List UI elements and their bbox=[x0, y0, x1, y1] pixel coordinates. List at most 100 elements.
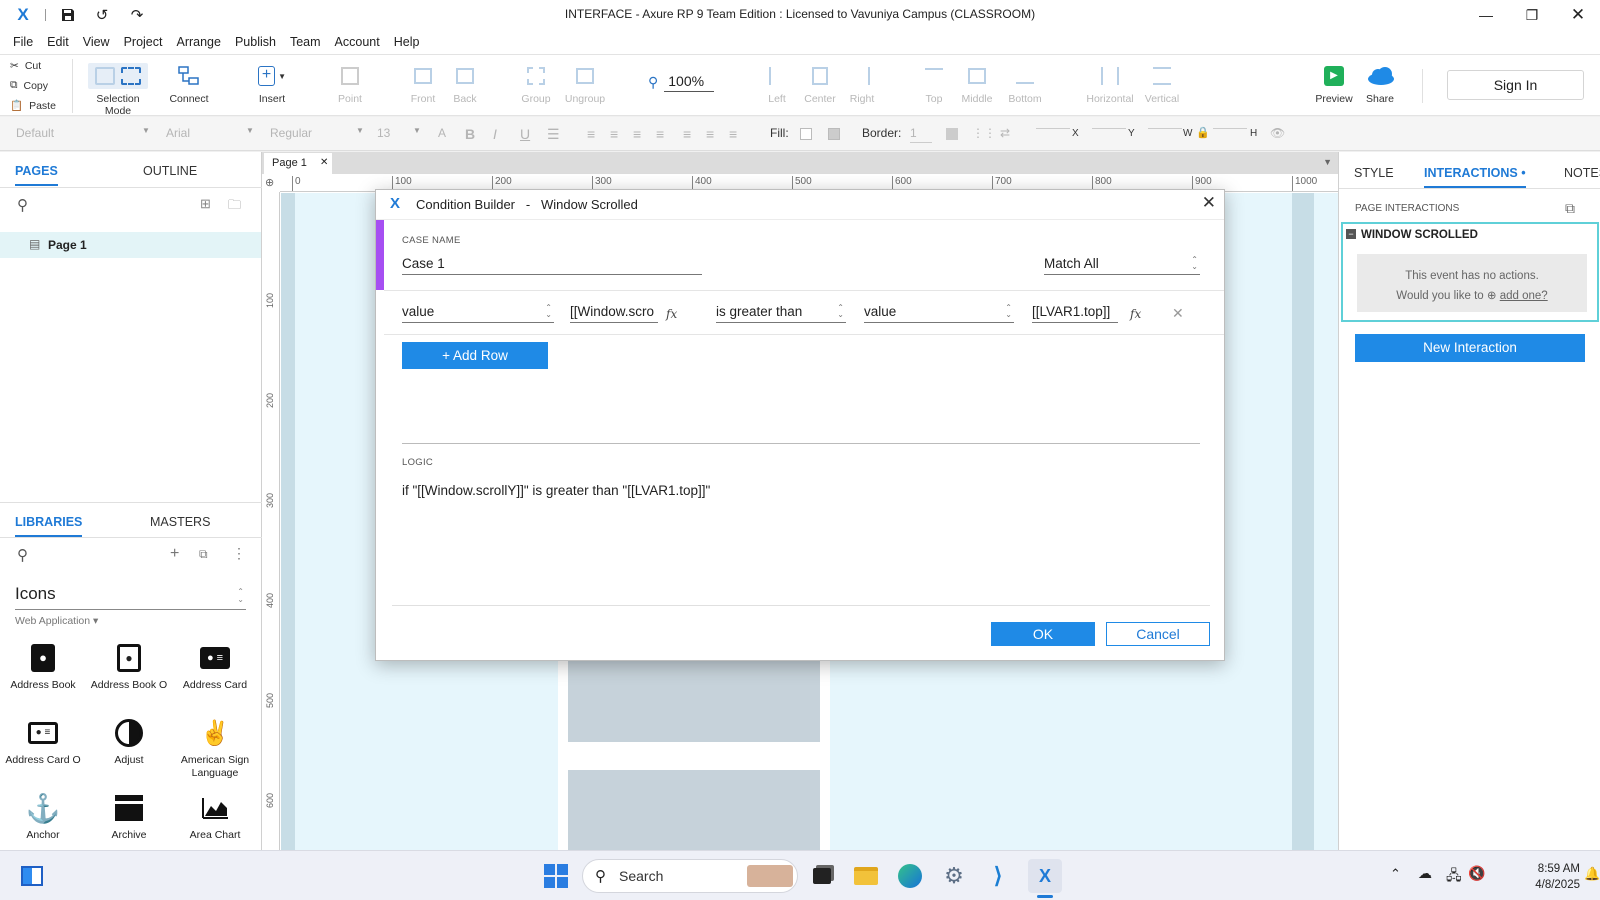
align-left-button[interactable]: Left bbox=[761, 63, 793, 105]
library-item-address-book-o[interactable]: ● Address Book O bbox=[86, 643, 172, 692]
restore-button[interactable]: ❐ bbox=[1509, 0, 1555, 30]
align-center-button[interactable]: Center bbox=[802, 63, 838, 105]
new-interaction-button[interactable]: New Interaction bbox=[1355, 334, 1585, 362]
lock-icon[interactable]: 🔒 bbox=[1196, 126, 1210, 139]
library-dropdown[interactable]: Icons ⌃ ⌄ bbox=[15, 584, 246, 610]
network-icon[interactable]: 🖧 bbox=[1446, 865, 1462, 889]
font-dropdown[interactable]: Arial ▼ bbox=[166, 126, 254, 140]
menu-view[interactable]: View bbox=[76, 35, 117, 49]
event-window-scrolled[interactable]: − WINDOW SCROLLED This event has no acti… bbox=[1341, 222, 1599, 322]
style-dropdown[interactable]: Default ▼ bbox=[16, 126, 150, 140]
distribute-vertical-button[interactable]: Vertical bbox=[1138, 63, 1186, 105]
cut-button[interactable]: ✂ Cut bbox=[10, 60, 41, 72]
right-value-input[interactable]: [[LVAR1.top]] bbox=[1032, 304, 1118, 323]
function-icon[interactable]: fx bbox=[1130, 307, 1141, 321]
preview-button[interactable]: ▶ Preview bbox=[1313, 63, 1355, 105]
start-icon[interactable] bbox=[542, 862, 570, 890]
copy-button[interactable]: ⧉ Copy bbox=[10, 79, 48, 92]
align-bottom-button[interactable]: Bottom bbox=[1005, 63, 1045, 105]
height-input[interactable] bbox=[1213, 126, 1247, 129]
front-button[interactable]: Front bbox=[405, 63, 441, 105]
border-width-input[interactable]: 1 bbox=[910, 126, 932, 143]
minimize-button[interactable]: — bbox=[1463, 0, 1509, 30]
widgets-icon[interactable] bbox=[18, 862, 46, 890]
vscode-icon[interactable]: ⟩ bbox=[984, 862, 1012, 890]
valign-top-icon[interactable]: ≡ bbox=[683, 126, 691, 142]
connect-button[interactable]: Connect bbox=[164, 63, 214, 105]
paste-button[interactable]: 📋 Paste bbox=[10, 99, 56, 113]
y-input[interactable] bbox=[1092, 126, 1126, 129]
point-button[interactable]: Point bbox=[332, 63, 368, 105]
search-icon[interactable]: ⚲ bbox=[17, 196, 28, 214]
system-clock[interactable]: 8:59 AM 4/8/2025 bbox=[1520, 861, 1580, 893]
operator-dropdown[interactable]: is greater than ⌃ ⌄ bbox=[716, 304, 846, 323]
add-page-icon[interactable]: ⊞ bbox=[200, 196, 211, 212]
cloud-off-icon[interactable]: ☁ bbox=[1418, 865, 1432, 882]
menu-file[interactable]: File bbox=[6, 35, 40, 49]
width-input[interactable] bbox=[1148, 126, 1182, 129]
file-explorer-icon[interactable] bbox=[852, 862, 880, 890]
group-button[interactable]: Group bbox=[518, 63, 554, 105]
library-category[interactable]: Web Application ▾ bbox=[15, 615, 98, 627]
library-item-american-sign-language[interactable]: ✌ American Sign Language bbox=[172, 718, 258, 780]
axure-taskbar-icon[interactable]: X bbox=[1028, 859, 1062, 893]
edge-icon[interactable] bbox=[896, 862, 924, 890]
underline-icon[interactable]: U bbox=[520, 126, 530, 142]
interaction-options-icon[interactable]: ⧉ bbox=[1565, 200, 1575, 217]
library-item-address-card-o[interactable]: ● ≡ Address Card O bbox=[0, 718, 86, 767]
border-style-icon[interactable]: ⋮⋮ bbox=[972, 126, 996, 140]
italic-icon[interactable]: I bbox=[493, 126, 497, 142]
taskbar-search[interactable]: ⚲ Search bbox=[582, 859, 798, 893]
close-tab-icon[interactable]: ✕ bbox=[320, 157, 328, 168]
close-window-button[interactable]: ✕ bbox=[1555, 0, 1600, 30]
task-view-icon[interactable] bbox=[808, 862, 836, 890]
volume-muted-icon[interactable]: 🔇 bbox=[1468, 865, 1485, 882]
distribute-horizontal-button[interactable]: Horizontal bbox=[1084, 63, 1136, 105]
tab-outline[interactable]: OUTLINE bbox=[143, 164, 197, 178]
page-tab[interactable]: Page 1 ✕ bbox=[264, 153, 332, 174]
align-text-left-icon[interactable]: ≡ bbox=[587, 126, 595, 142]
save-icon[interactable] bbox=[57, 4, 79, 26]
valign-bottom-icon[interactable]: ≡ bbox=[729, 126, 737, 142]
remove-row-icon[interactable]: ✕ bbox=[1172, 305, 1184, 322]
left-value-input[interactable]: [[Window.scro bbox=[570, 304, 658, 323]
weight-dropdown[interactable]: Regular ▼ bbox=[270, 126, 364, 140]
right-type-dropdown[interactable]: value ⌃ ⌄ bbox=[864, 304, 1014, 323]
menu-help[interactable]: Help bbox=[387, 35, 427, 49]
sign-in-button[interactable]: Sign In bbox=[1447, 70, 1584, 100]
zoom-value[interactable]: 100% bbox=[664, 73, 715, 92]
chevron-up-icon[interactable]: ⌃ bbox=[1390, 866, 1401, 882]
align-text-center-icon[interactable]: ≡ bbox=[610, 126, 618, 142]
case-name-input[interactable]: Case 1 bbox=[402, 256, 702, 275]
placeholder-block[interactable] bbox=[568, 770, 820, 850]
redo-icon[interactable]: ↷ bbox=[126, 4, 148, 26]
library-item-anchor[interactable]: ⚓ Anchor bbox=[0, 793, 86, 842]
tab-notes[interactable]: NOTES bbox=[1564, 166, 1600, 180]
tab-masters[interactable]: MASTERS bbox=[150, 515, 210, 529]
left-type-dropdown[interactable]: value ⌃ ⌄ bbox=[402, 304, 554, 323]
tab-pages[interactable]: PAGES bbox=[15, 164, 58, 186]
align-top-button[interactable]: Top bbox=[918, 63, 950, 105]
undo-icon[interactable]: ↺ bbox=[91, 4, 113, 26]
page-list-item[interactable]: ▤ Page 1 bbox=[0, 232, 261, 258]
valign-middle-icon[interactable]: ≡ bbox=[706, 126, 714, 142]
tab-interactions[interactable]: INTERACTIONS • bbox=[1424, 166, 1526, 188]
library-window-icon[interactable]: ⧉ bbox=[199, 547, 208, 562]
notification-icon[interactable]: 🔔 bbox=[1584, 866, 1600, 882]
x-input[interactable] bbox=[1036, 126, 1070, 129]
insert-button[interactable]: + ▼ Insert bbox=[250, 63, 294, 105]
fill-image-icon[interactable] bbox=[828, 128, 840, 140]
function-icon[interactable]: fx bbox=[666, 307, 677, 321]
search-icon[interactable]: ⚲ bbox=[17, 546, 28, 564]
match-dropdown[interactable]: Match All ⌃ ⌄ bbox=[1044, 256, 1200, 275]
align-text-right-icon[interactable]: ≡ bbox=[633, 126, 641, 142]
ok-button[interactable]: OK bbox=[991, 622, 1095, 646]
more-options-icon[interactable]: ⋮ bbox=[232, 545, 246, 562]
bold-icon[interactable]: B bbox=[465, 126, 475, 142]
bullet-list-icon[interactable]: ☰ bbox=[547, 126, 560, 143]
settings-icon[interactable]: ⚙ bbox=[940, 862, 968, 890]
align-right-button[interactable]: Right bbox=[846, 63, 878, 105]
zoom-control[interactable]: ⚲ 100% bbox=[648, 73, 715, 92]
library-item-address-card[interactable]: ● ≡ Address Card bbox=[172, 643, 258, 692]
menu-account[interactable]: Account bbox=[328, 35, 387, 49]
